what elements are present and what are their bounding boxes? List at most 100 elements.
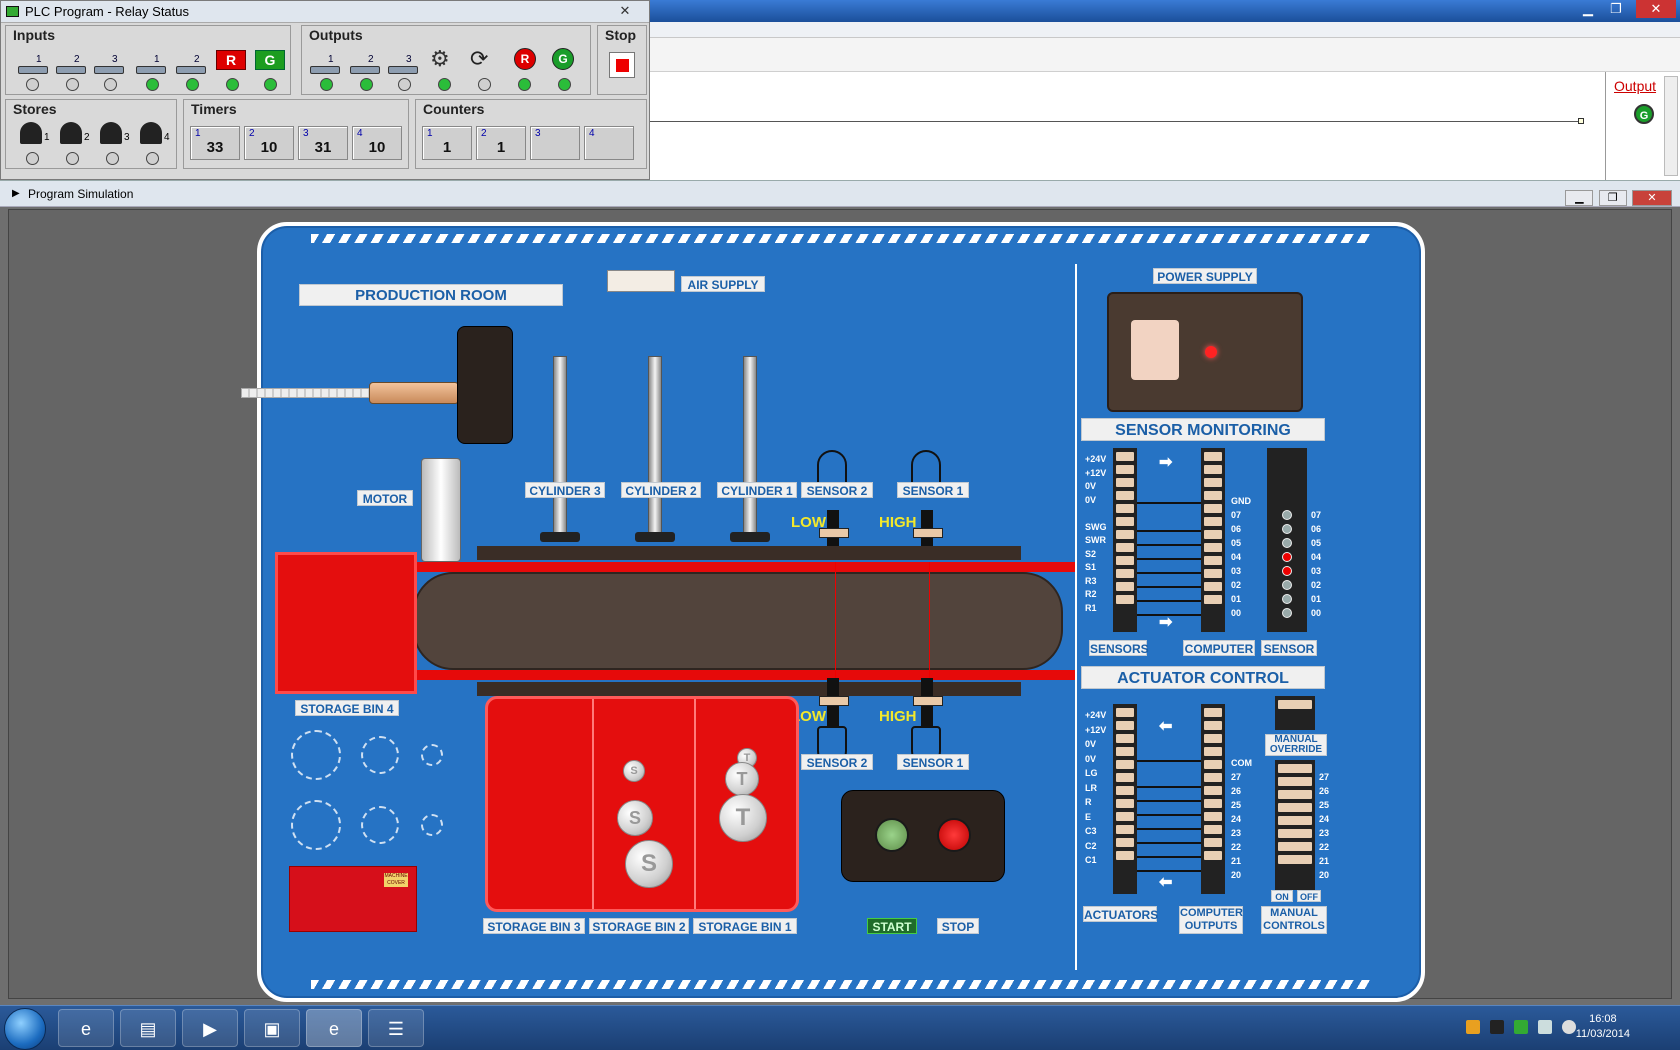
- system-clock[interactable]: 16:08 11/03/2014: [1576, 1012, 1630, 1042]
- air-valve-icon[interactable]: [457, 326, 513, 444]
- timer-3[interactable]: 3 31: [298, 126, 348, 160]
- manual-control-label-7: 20: [1319, 870, 1330, 880]
- output-motor-icon[interactable]: ⚙: [430, 46, 450, 72]
- output-conveyor-icon[interactable]: ⟳: [470, 46, 488, 72]
- start-orb-icon[interactable]: [4, 1008, 46, 1050]
- computer-terminal-label-2: 06: [1231, 524, 1242, 534]
- input-lamp-5: [186, 78, 199, 91]
- sim-close-icon[interactable]: ✕: [1632, 190, 1672, 206]
- sensor-led-1: [1282, 524, 1292, 534]
- tray-volume-icon[interactable]: [1562, 1020, 1576, 1034]
- input-switch-3-icon[interactable]: 3: [92, 54, 124, 76]
- restore-icon[interactable]: ❐: [1604, 0, 1628, 18]
- output-cylinder-3-icon[interactable]: 3: [386, 54, 418, 76]
- power-supply-unit[interactable]: [1107, 292, 1303, 412]
- manual-controls-label: MANUAL CONTROLS: [1261, 906, 1327, 934]
- store-lamp-3: [106, 152, 119, 165]
- output-cylinder-1-icon[interactable]: 1: [308, 54, 340, 76]
- tray-folder-icon[interactable]: [1466, 1020, 1480, 1034]
- stop-sim-button[interactable]: [937, 818, 971, 852]
- ladder-rung: [650, 121, 1580, 122]
- timer-1[interactable]: 1 33: [190, 126, 240, 160]
- computer-label: COMPUTER: [1183, 640, 1255, 656]
- manual-control-label-3: 24: [1319, 814, 1330, 824]
- input-red-button[interactable]: R: [216, 50, 246, 70]
- start-button[interactable]: [875, 818, 909, 852]
- output-lamp-4: [438, 78, 451, 91]
- production-room-label: PRODUCTION ROOM: [299, 284, 563, 306]
- tray-network-icon[interactable]: [1538, 1020, 1552, 1034]
- cylinder-2-head: [635, 532, 675, 542]
- tray-app-icon[interactable]: [1490, 1020, 1504, 1034]
- counter-2[interactable]: 21: [476, 126, 526, 160]
- actuator-terminal-label-3: 0V: [1085, 753, 1097, 764]
- input-sensor-2-icon[interactable]: 2: [174, 54, 206, 76]
- manual-controls-panel[interactable]: [1275, 760, 1315, 890]
- actuator-terminal-label-7: E: [1085, 811, 1092, 822]
- ladder-app-icon[interactable]: ☰: [368, 1009, 424, 1047]
- output-red-lamp-icon[interactable]: R: [514, 48, 536, 70]
- input-lamp-4: [146, 78, 159, 91]
- manual-control-label-0: 27: [1319, 772, 1330, 782]
- actuator-terminal-left: [1113, 704, 1137, 894]
- manual-override-switch[interactable]: [1275, 696, 1315, 730]
- stop-label: STOP: [937, 918, 979, 934]
- sensor-terminal-label-2: 0V: [1085, 481, 1097, 491]
- computer-terminal-label-4: 04: [1231, 552, 1242, 562]
- relay-close-button[interactable]: ✕: [603, 1, 647, 20]
- timer-4[interactable]: 4 10: [352, 126, 402, 160]
- store-2-icon[interactable]: 2: [58, 120, 90, 146]
- counter-3[interactable]: 3: [530, 126, 580, 160]
- counter-1[interactable]: 11: [422, 126, 472, 160]
- sensor-2-top-label: SENSOR 2: [801, 482, 873, 498]
- minimize-icon[interactable]: ▁: [1576, 0, 1600, 18]
- store-3-icon[interactable]: 3: [98, 120, 130, 146]
- sensor-led-7: [1282, 608, 1292, 618]
- output-lamp-5: [478, 78, 491, 91]
- output-green-lamp-icon[interactable]: G: [552, 48, 574, 70]
- stop-button[interactable]: [609, 52, 635, 78]
- internet-explorer-icon[interactable]: e: [58, 1009, 114, 1047]
- input-switch-1-icon[interactable]: 1: [16, 54, 48, 76]
- file-explorer-icon[interactable]: ▤: [120, 1009, 176, 1047]
- input-green-button[interactable]: G: [255, 50, 285, 70]
- simulation-titlebar: ▶ Program Simulation ▁ ❐ ✕: [0, 181, 1680, 207]
- photo-viewer-icon[interactable]: ▣: [244, 1009, 300, 1047]
- input-lamp-3: [104, 78, 117, 91]
- sim-minimize-icon[interactable]: ▁: [1565, 190, 1594, 206]
- tray-security-icon[interactable]: [1514, 1020, 1528, 1034]
- computer-output-label-3: 25: [1231, 800, 1242, 810]
- store-4-icon[interactable]: 4: [138, 120, 170, 146]
- power-switch-icon[interactable]: [1131, 320, 1179, 380]
- stop-icon: [616, 59, 629, 72]
- computer-terminal: [1201, 448, 1225, 632]
- output-scrollbar[interactable]: [1664, 76, 1678, 176]
- empty-slot-2: [361, 736, 399, 774]
- expand-triangle-icon[interactable]: ▶: [12, 181, 20, 207]
- sim-restore-icon[interactable]: ❐: [1598, 190, 1627, 206]
- motor-label: MOTOR: [357, 490, 413, 506]
- output-cylinder-2-icon[interactable]: 2: [348, 54, 380, 76]
- media-player-icon[interactable]: ▶: [182, 1009, 238, 1047]
- computer-output-label-1: 27: [1231, 772, 1242, 782]
- close-icon[interactable]: ✕: [1636, 0, 1676, 18]
- store-1-icon[interactable]: 1: [18, 120, 50, 146]
- input-switch-2-icon[interactable]: 2: [54, 54, 86, 76]
- plc-app-taskbar-icon[interactable]: e: [306, 1009, 362, 1047]
- computer-output-label-0: COM: [1231, 758, 1252, 768]
- sensor-1-bottom-icon: [913, 678, 943, 726]
- cylinder-1-head: [730, 532, 770, 542]
- sensor-terminal-label-11: R1: [1085, 602, 1097, 613]
- output-label[interactable]: Output: [1614, 78, 1656, 94]
- machine-cover-panel: MACHINE COVER: [289, 866, 417, 932]
- manual-control-label-5: 22: [1319, 842, 1330, 852]
- timer-2[interactable]: 2 10: [244, 126, 294, 160]
- counter-4[interactable]: 4: [584, 126, 634, 160]
- ladder-diagram[interactable]: [650, 72, 1606, 182]
- input-sensor-1-icon[interactable]: 1: [134, 54, 166, 76]
- sensor-led-label-3: 04: [1311, 552, 1322, 562]
- computer-output-label-6: 22: [1231, 842, 1242, 852]
- power-led-icon: [1205, 346, 1217, 358]
- simulation-window: ▶ Program Simulation ▁ ❐ ✕ PRODUCTION RO…: [0, 180, 1680, 1005]
- output-lamp-icon[interactable]: G: [1634, 104, 1654, 124]
